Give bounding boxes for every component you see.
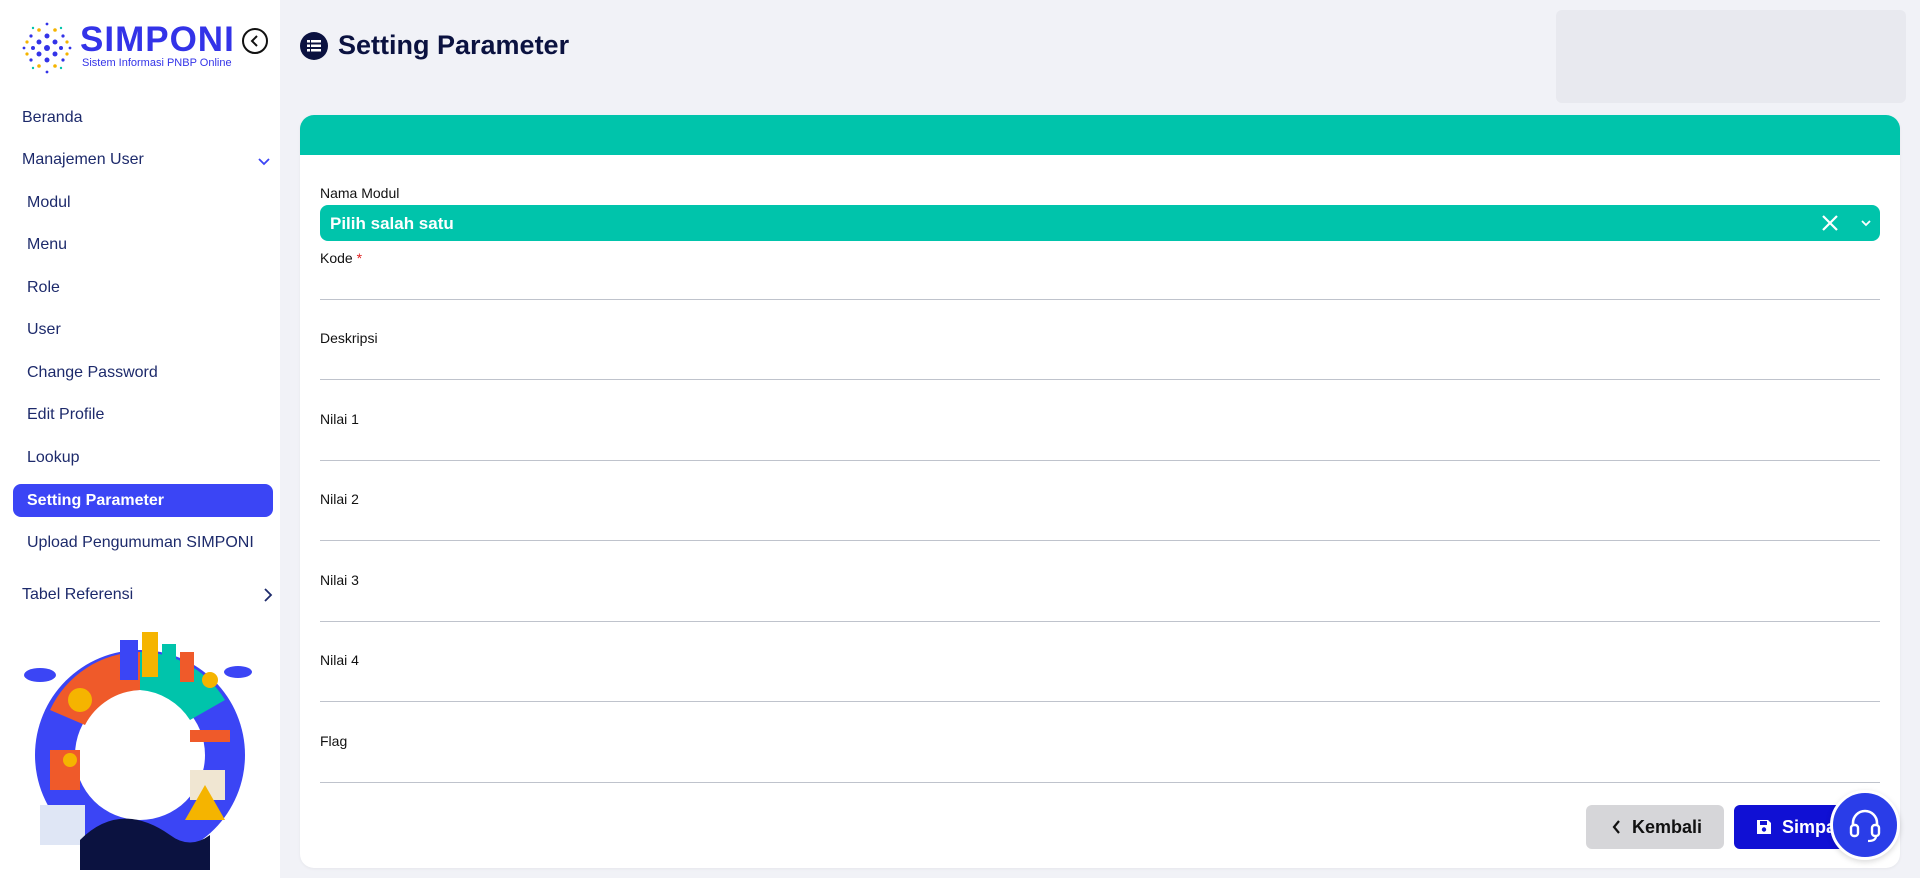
nilai-1-label: Nilai 1 [320, 411, 359, 427]
sidebar-item-change-password[interactable]: Change Password [27, 364, 158, 382]
select-value: Pilih salah satu [330, 214, 454, 233]
back-button[interactable]: Kembali [1586, 805, 1724, 849]
nilai-2-label: Nilai 2 [320, 491, 359, 507]
collapse-sidebar-button[interactable] [242, 28, 268, 54]
logo-dots-icon [22, 22, 72, 74]
nilai-3-label: Nilai 3 [320, 572, 359, 588]
sidebar-item-edit-profile[interactable]: Edit Profile [27, 406, 104, 424]
sidebar-item-user[interactable]: User [27, 321, 61, 339]
chevron-down-icon[interactable] [258, 155, 270, 167]
nilai-2-input[interactable] [320, 540, 1880, 541]
kode-label-text: Kode [320, 250, 353, 266]
back-button-label: Kembali [1632, 816, 1703, 837]
close-icon[interactable] [1820, 213, 1840, 233]
required-marker: * [356, 250, 363, 266]
sidebar-item-role[interactable]: Role [27, 279, 60, 297]
nama-modul-select[interactable]: Pilih salah satu [320, 205, 1880, 241]
headset-icon [1849, 809, 1881, 843]
nilai-4-label: Nilai 4 [320, 652, 359, 668]
kode-input[interactable] [320, 299, 1880, 300]
list-icon [300, 32, 328, 60]
sidebar-item-modul[interactable]: Modul [27, 194, 71, 212]
nilai-1-input[interactable] [320, 460, 1880, 461]
sidebar-item-manajemen-user[interactable]: Manajemen User [22, 151, 272, 169]
nilai-3-input[interactable] [320, 621, 1880, 622]
sidebar-item-label: Tabel Referensi [22, 586, 134, 603]
sidebar-item-setting-parameter[interactable]: Setting Parameter [13, 484, 273, 517]
sidebar-item-label: Manajemen User [22, 151, 144, 168]
help-support-button[interactable] [1830, 790, 1900, 860]
page-title: Setting Parameter [338, 30, 570, 60]
deskripsi-label: Deskripsi [320, 330, 378, 346]
chevron-left-icon [1612, 820, 1620, 834]
card-header [300, 115, 1900, 155]
nama-modul-label: Nama Modul [320, 185, 400, 201]
sidebar-illustration [24, 632, 252, 870]
flag-input[interactable] [320, 782, 1880, 783]
sidebar-item-lookup[interactable]: Lookup [27, 449, 80, 467]
form-card: Nama Modul Pilih salah satu Kode * Deskr… [300, 115, 1900, 868]
sidebar-item-tabel-referensi[interactable]: Tabel Referensi [22, 586, 272, 604]
kode-label: Kode * [320, 250, 362, 266]
logo-subtitle: Sistem Informasi PNBP Online [82, 57, 232, 69]
chevron-left-icon [250, 35, 258, 47]
nilai-4-input[interactable] [320, 701, 1880, 702]
sidebar: SIMPONI Sistem Informasi PNBP Online Ber… [0, 0, 280, 878]
chevron-down-icon[interactable] [1860, 217, 1872, 229]
sidebar-item-upload-pengumuman[interactable]: Upload Pengumuman SIMPONI [27, 534, 254, 552]
simponi-logo[interactable]: SIMPONI Sistem Informasi PNBP Online [18, 18, 235, 78]
sidebar-item-menu[interactable]: Menu [27, 236, 67, 254]
flag-label: Flag [320, 733, 348, 749]
sidebar-item-beranda[interactable]: Beranda [22, 109, 83, 127]
header-placeholder [1556, 10, 1906, 103]
deskripsi-input[interactable] [320, 379, 1880, 380]
logo-title: SIMPONI [80, 20, 235, 59]
save-icon [1757, 820, 1771, 834]
chevron-right-icon[interactable] [262, 588, 274, 602]
